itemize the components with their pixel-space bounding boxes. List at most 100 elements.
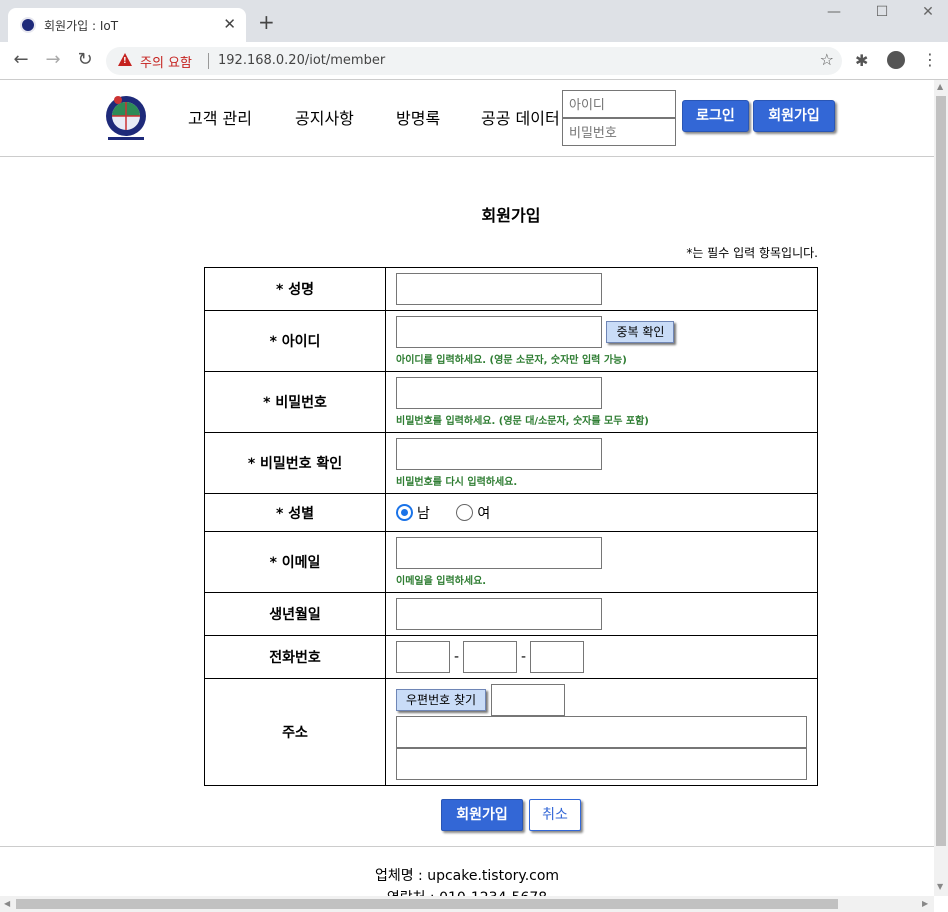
password-confirm-hint: 비밀번호를 다시 입력하세요. [396, 477, 518, 488]
row-password-confirm: * 비밀번호 확인 비밀번호를 다시 입력하세요. [204, 432, 818, 494]
email-label: * 이메일 [204, 531, 386, 593]
window-close-icon[interactable]: ✕ [918, 4, 938, 20]
email-cell: 이메일을 입력하세요. [385, 531, 818, 593]
login-password-input[interactable] [562, 118, 676, 146]
password-input[interactable] [396, 377, 602, 409]
phone-label: 전화번호 [204, 635, 386, 679]
zip-row: 우편번호 찾기 [396, 684, 807, 716]
extensions-icon[interactable]: ✱ [855, 51, 868, 70]
url-text[interactable]: 192.168.0.20/iot/member [218, 53, 385, 68]
gender-male-label[interactable]: 남 [417, 506, 430, 522]
name-input[interactable] [396, 273, 602, 305]
browser-toolbar: ← → ↻ ! 주의 요함 192.168.0.20/iot/member ☆ … [0, 42, 948, 80]
vertical-scroll-thumb[interactable] [936, 96, 946, 846]
name-label: * 성명 [204, 267, 386, 311]
id-cell: 중복 확인 아이디를 입력하세요. (영문 소문자, 숫자만 입력 가능) [385, 310, 818, 372]
id-input[interactable] [396, 316, 602, 348]
submit-join-button[interactable]: 회원가입 [441, 799, 523, 831]
phone-part-1-input[interactable] [396, 641, 450, 673]
address-label: 주소 [204, 678, 386, 786]
address-separator [208, 53, 209, 69]
id-hint: 아이디를 입력하세요. (영문 소문자, 숫자만 입력 가능) [396, 355, 627, 366]
scroll-left-icon[interactable]: ◀ [4, 899, 10, 908]
row-phone: 전화번호 -- [204, 635, 818, 679]
page-title: 회원가입 [481, 206, 541, 225]
site-logo-icon[interactable] [98, 94, 154, 144]
row-address: 주소 우편번호 찾기 [204, 678, 818, 786]
row-name: * 성명 [204, 267, 818, 311]
row-id: * 아이디 중복 확인 아이디를 입력하세요. (영문 소문자, 숫자만 입력 … [204, 310, 818, 372]
footer-contact: 연락처 : 010-1234-5678 [0, 887, 934, 896]
login-button[interactable]: 로그인 [682, 100, 749, 132]
birth-cell [385, 592, 818, 636]
site-footer: 업체명 : upcake.tistory.com 연락처 : 010-1234-… [0, 846, 934, 896]
favicon-icon [20, 17, 36, 33]
address-line-2-input[interactable] [396, 748, 807, 780]
id-check-button[interactable]: 중복 확인 [606, 321, 675, 343]
header-join-button[interactable]: 회원가입 [753, 100, 835, 132]
cancel-button[interactable]: 취소 [529, 799, 581, 831]
bookmark-star-icon[interactable]: ☆ [820, 50, 834, 69]
row-birth: 생년월일 [204, 592, 818, 636]
gender-cell: 남 여 [385, 493, 818, 532]
footer-company: 업체명 : upcake.tistory.com [374, 868, 560, 884]
address-bar[interactable]: ! 주의 요함 192.168.0.20/iot/member ☆ [106, 47, 842, 75]
password-confirm-label: * 비밀번호 확인 [204, 432, 386, 494]
forward-icon[interactable]: → [42, 49, 64, 70]
password-label: * 비밀번호 [204, 371, 386, 433]
email-hint: 이메일을 입력하세요. [396, 576, 487, 587]
member-form-table: * 성명 * 아이디 중복 확인 아이디를 입력하세요. (영문 소문자, 숫자… [204, 267, 818, 786]
menu-public-data[interactable]: 공공 데이터 [481, 105, 562, 129]
required-note: *는 필수 입력 항목입니다. [686, 246, 818, 260]
phone-part-3-input[interactable] [530, 641, 584, 673]
site-header: 고객 관리 공지사항 방명록 공공 데이터 로그인 회원가입 [0, 80, 934, 157]
menu-customer[interactable]: 고객 관리 [188, 105, 252, 129]
browser-tab[interactable]: 회원가입 : IoT ✕ [8, 8, 246, 42]
scroll-right-icon[interactable]: ▶ [922, 899, 928, 908]
phone-dash: - [520, 649, 527, 665]
horizontal-scroll-thumb[interactable] [16, 899, 838, 909]
scroll-up-icon[interactable]: ▲ [937, 82, 943, 91]
menu-kebab-icon[interactable]: ⋮ [922, 50, 938, 69]
vertical-scrollbar[interactable]: ▲ ▼ [934, 80, 948, 896]
password-confirm-input[interactable] [396, 438, 602, 470]
gender-male-radio[interactable] [396, 504, 413, 521]
close-tab-icon[interactable]: ✕ [223, 15, 236, 33]
birth-input[interactable] [396, 598, 602, 630]
row-password: * 비밀번호 비밀번호를 입력하세요. (영문 대/소문자, 숫자를 모두 포함… [204, 371, 818, 433]
zip-input[interactable] [490, 684, 565, 716]
maximize-icon[interactable]: ☐ [872, 4, 892, 20]
address-cell: 우편번호 찾기 [385, 678, 818, 786]
birth-label: 생년월일 [204, 592, 386, 636]
back-icon[interactable]: ← [10, 49, 32, 70]
email-input[interactable] [396, 537, 602, 569]
page-viewport: 고객 관리 공지사항 방명록 공공 데이터 로그인 회원가입 회원가입 *는 필… [0, 80, 934, 896]
address-line-1-input[interactable] [396, 716, 807, 748]
profile-avatar-icon[interactable] [887, 51, 905, 69]
menu-notice[interactable]: 공지사항 [295, 105, 354, 129]
name-cell [385, 267, 818, 311]
id-label: * 아이디 [204, 310, 386, 372]
minimize-icon[interactable]: — [824, 4, 844, 20]
row-email: * 이메일 이메일을 입력하세요. [204, 531, 818, 593]
phone-dash: - [453, 649, 460, 665]
horizontal-scrollbar[interactable]: ◀ ▶ [0, 896, 934, 912]
warning-mark: ! [123, 56, 127, 65]
password-cell: 비밀번호를 입력하세요. (영문 대/소문자, 숫자를 모두 포함) [385, 371, 818, 433]
reload-icon[interactable]: ↻ [74, 49, 96, 70]
row-gender: * 성별 남 여 [204, 493, 818, 532]
password-hint: 비밀번호를 입력하세요. (영문 대/소문자, 숫자를 모두 포함) [396, 416, 649, 427]
zip-search-button[interactable]: 우편번호 찾기 [396, 689, 487, 711]
phone-cell: -- [385, 635, 818, 679]
scroll-down-icon[interactable]: ▼ [937, 882, 943, 891]
password-confirm-cell: 비밀번호를 다시 입력하세요. [385, 432, 818, 494]
security-warning[interactable]: 주의 요함 [140, 52, 192, 71]
login-id-input[interactable] [562, 90, 676, 118]
phone-part-2-input[interactable] [463, 641, 517, 673]
browser-chrome: 회원가입 : IoT ✕ + — ☐ ✕ ← → ↻ ! 주의 요함 192.1… [0, 0, 948, 80]
gender-female-radio[interactable] [456, 504, 474, 521]
gender-female-label[interactable]: 여 [477, 506, 490, 522]
tab-title: 회원가입 : IoT [44, 19, 119, 33]
menu-guestbook[interactable]: 방명록 [396, 105, 440, 129]
new-tab-icon[interactable]: + [258, 12, 275, 32]
